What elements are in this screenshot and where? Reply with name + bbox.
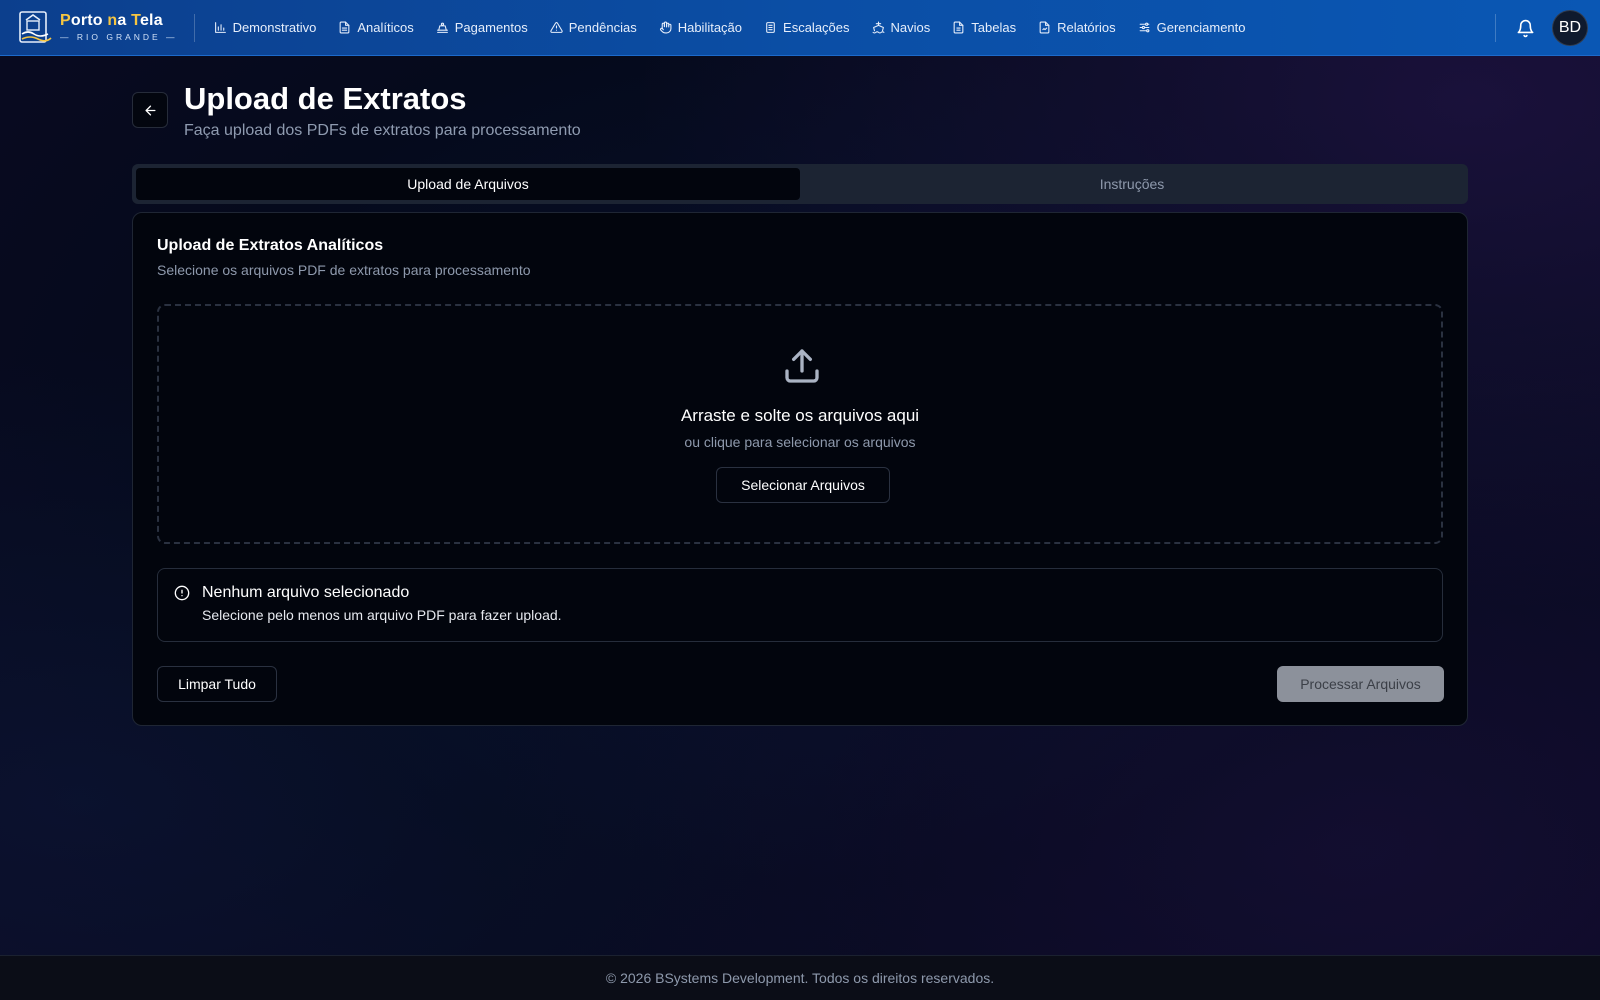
nav-item-analiticos[interactable]: Analíticos — [327, 11, 424, 45]
dropzone-title: Arraste e solte os arquivos aqui — [680, 406, 920, 425]
file-text-icon — [340, 21, 350, 34]
arrow-left-icon — [145, 105, 155, 115]
nav-item-label: Gerenciamento — [1156, 20, 1246, 35]
brand-subtitle: — RIO GRANDE — — [60, 32, 178, 43]
port-logo-icon — [18, 10, 52, 46]
brand-divider — [193, 13, 195, 42]
hand-coins-icon — [436, 22, 448, 33]
nav-item-tabelas[interactable]: Tabelas — [941, 11, 1027, 45]
nav-item-label: Demonstrativo — [232, 20, 317, 35]
nav-item-gerenciamento[interactable]: Gerenciamento — [1127, 11, 1257, 45]
notifications-button[interactable] — [1514, 17, 1536, 39]
brand-name-part: T — [131, 12, 140, 30]
bell-icon — [1517, 19, 1533, 37]
back-button[interactable] — [132, 92, 168, 128]
ship-icon — [872, 21, 884, 34]
hand-icon — [659, 21, 672, 34]
sliders-icon — [1139, 22, 1149, 33]
upload-tabs: Upload de Arquivos Instruções — [132, 164, 1468, 204]
footer-copyright: © 2026 BSystems Development. Todos os di… — [605, 970, 995, 986]
nav-item-demonstrativo[interactable]: Demonstrativo — [203, 11, 328, 45]
topbar-actions: BD — [1495, 0, 1588, 56]
nav-item-label: Escalações — [783, 20, 850, 35]
nav-item-label: Pagamentos — [454, 20, 528, 35]
brand-name: Porto na Tela — [60, 13, 178, 29]
select-files-button[interactable]: Selecionar Arquivos — [716, 467, 890, 503]
file-chart-icon — [1039, 21, 1050, 34]
brand-name-part: P — [60, 12, 71, 30]
alert-circle-icon — [174, 585, 190, 601]
page-subtitle: Faça upload dos PDFs de extratos para pr… — [184, 122, 581, 139]
dropzone-subtitle: ou clique para selecionar os arquivos — [684, 434, 916, 450]
nav-item-label: Relatórios — [1057, 20, 1116, 35]
topbar-divider — [1495, 14, 1496, 42]
page-title-group: Upload de Extratos Faça upload dos PDFs … — [184, 80, 581, 140]
alert-title: Nenhum arquivo selecionado — [202, 584, 410, 601]
nav-item-label: Analíticos — [357, 20, 414, 35]
brand-name-part: ela — [139, 12, 163, 30]
card-description: Selecione os arquivos PDF de extratos pa… — [157, 262, 531, 278]
file-dropzone[interactable]: Arraste e solte os arquivos aqui ou cliq… — [157, 304, 1443, 544]
upload-icon — [782, 346, 822, 386]
nav-item-label: Navios — [890, 20, 931, 35]
clipboard-icon — [766, 22, 775, 33]
brand-logo-link[interactable]: Porto na Tela — RIO GRANDE — — [18, 0, 178, 56]
nav-item-escalacoes[interactable]: Escalações — [753, 11, 860, 45]
nav-item-pendencias[interactable]: Pendências — [539, 11, 648, 45]
page-title: Upload de Extratos — [184, 81, 467, 116]
tab-instrucoes[interactable]: Instruções — [800, 168, 1464, 200]
card-title: Upload de Extratos Analíticos — [157, 237, 384, 254]
clear-all-button[interactable]: Limpar Tudo — [157, 666, 277, 702]
page-header: Upload de Extratos Faça upload dos PDFs … — [132, 80, 581, 140]
file-icon — [953, 21, 964, 34]
brand-name-part: orto — [70, 12, 108, 30]
page-footer: © 2026 BSystems Development. Todos os di… — [0, 955, 1600, 1000]
process-files-button[interactable]: Processar Arquivos — [1277, 666, 1444, 702]
nav-item-pagamentos[interactable]: Pagamentos — [425, 11, 539, 45]
alert-description: Selecione pelo menos um arquivo PDF para… — [202, 607, 562, 623]
brand-name-part: a — [117, 12, 132, 30]
no-file-alert: Nenhum arquivo selecionado Selecione pel… — [157, 568, 1443, 642]
alert-triangle-icon — [550, 22, 563, 33]
user-avatar[interactable]: BD — [1552, 10, 1588, 46]
nav-item-label: Pendências — [568, 20, 637, 35]
bar-chart-icon — [214, 22, 226, 33]
nav-item-label: Tabelas — [971, 20, 1017, 35]
nav-item-label: Habilitação — [677, 20, 743, 35]
tab-upload-de-arquivos[interactable]: Upload de Arquivos — [136, 168, 800, 200]
nav-item-navios[interactable]: Navios — [861, 11, 942, 45]
brand-name-part: n — [107, 12, 118, 30]
nav-item-habilitacao[interactable]: Habilitação — [648, 11, 753, 45]
top-navbar: Porto na Tela — RIO GRANDE — Demonstrati… — [0, 0, 1600, 56]
brand-text: Porto na Tela — RIO GRANDE — — [60, 13, 178, 42]
main-nav: Demonstrativo Analíticos Pagamentos Pend… — [203, 11, 1257, 45]
nav-item-relatorios[interactable]: Relatórios — [1027, 11, 1127, 45]
upload-card: Upload de Extratos Analíticos Selecione … — [132, 212, 1468, 726]
